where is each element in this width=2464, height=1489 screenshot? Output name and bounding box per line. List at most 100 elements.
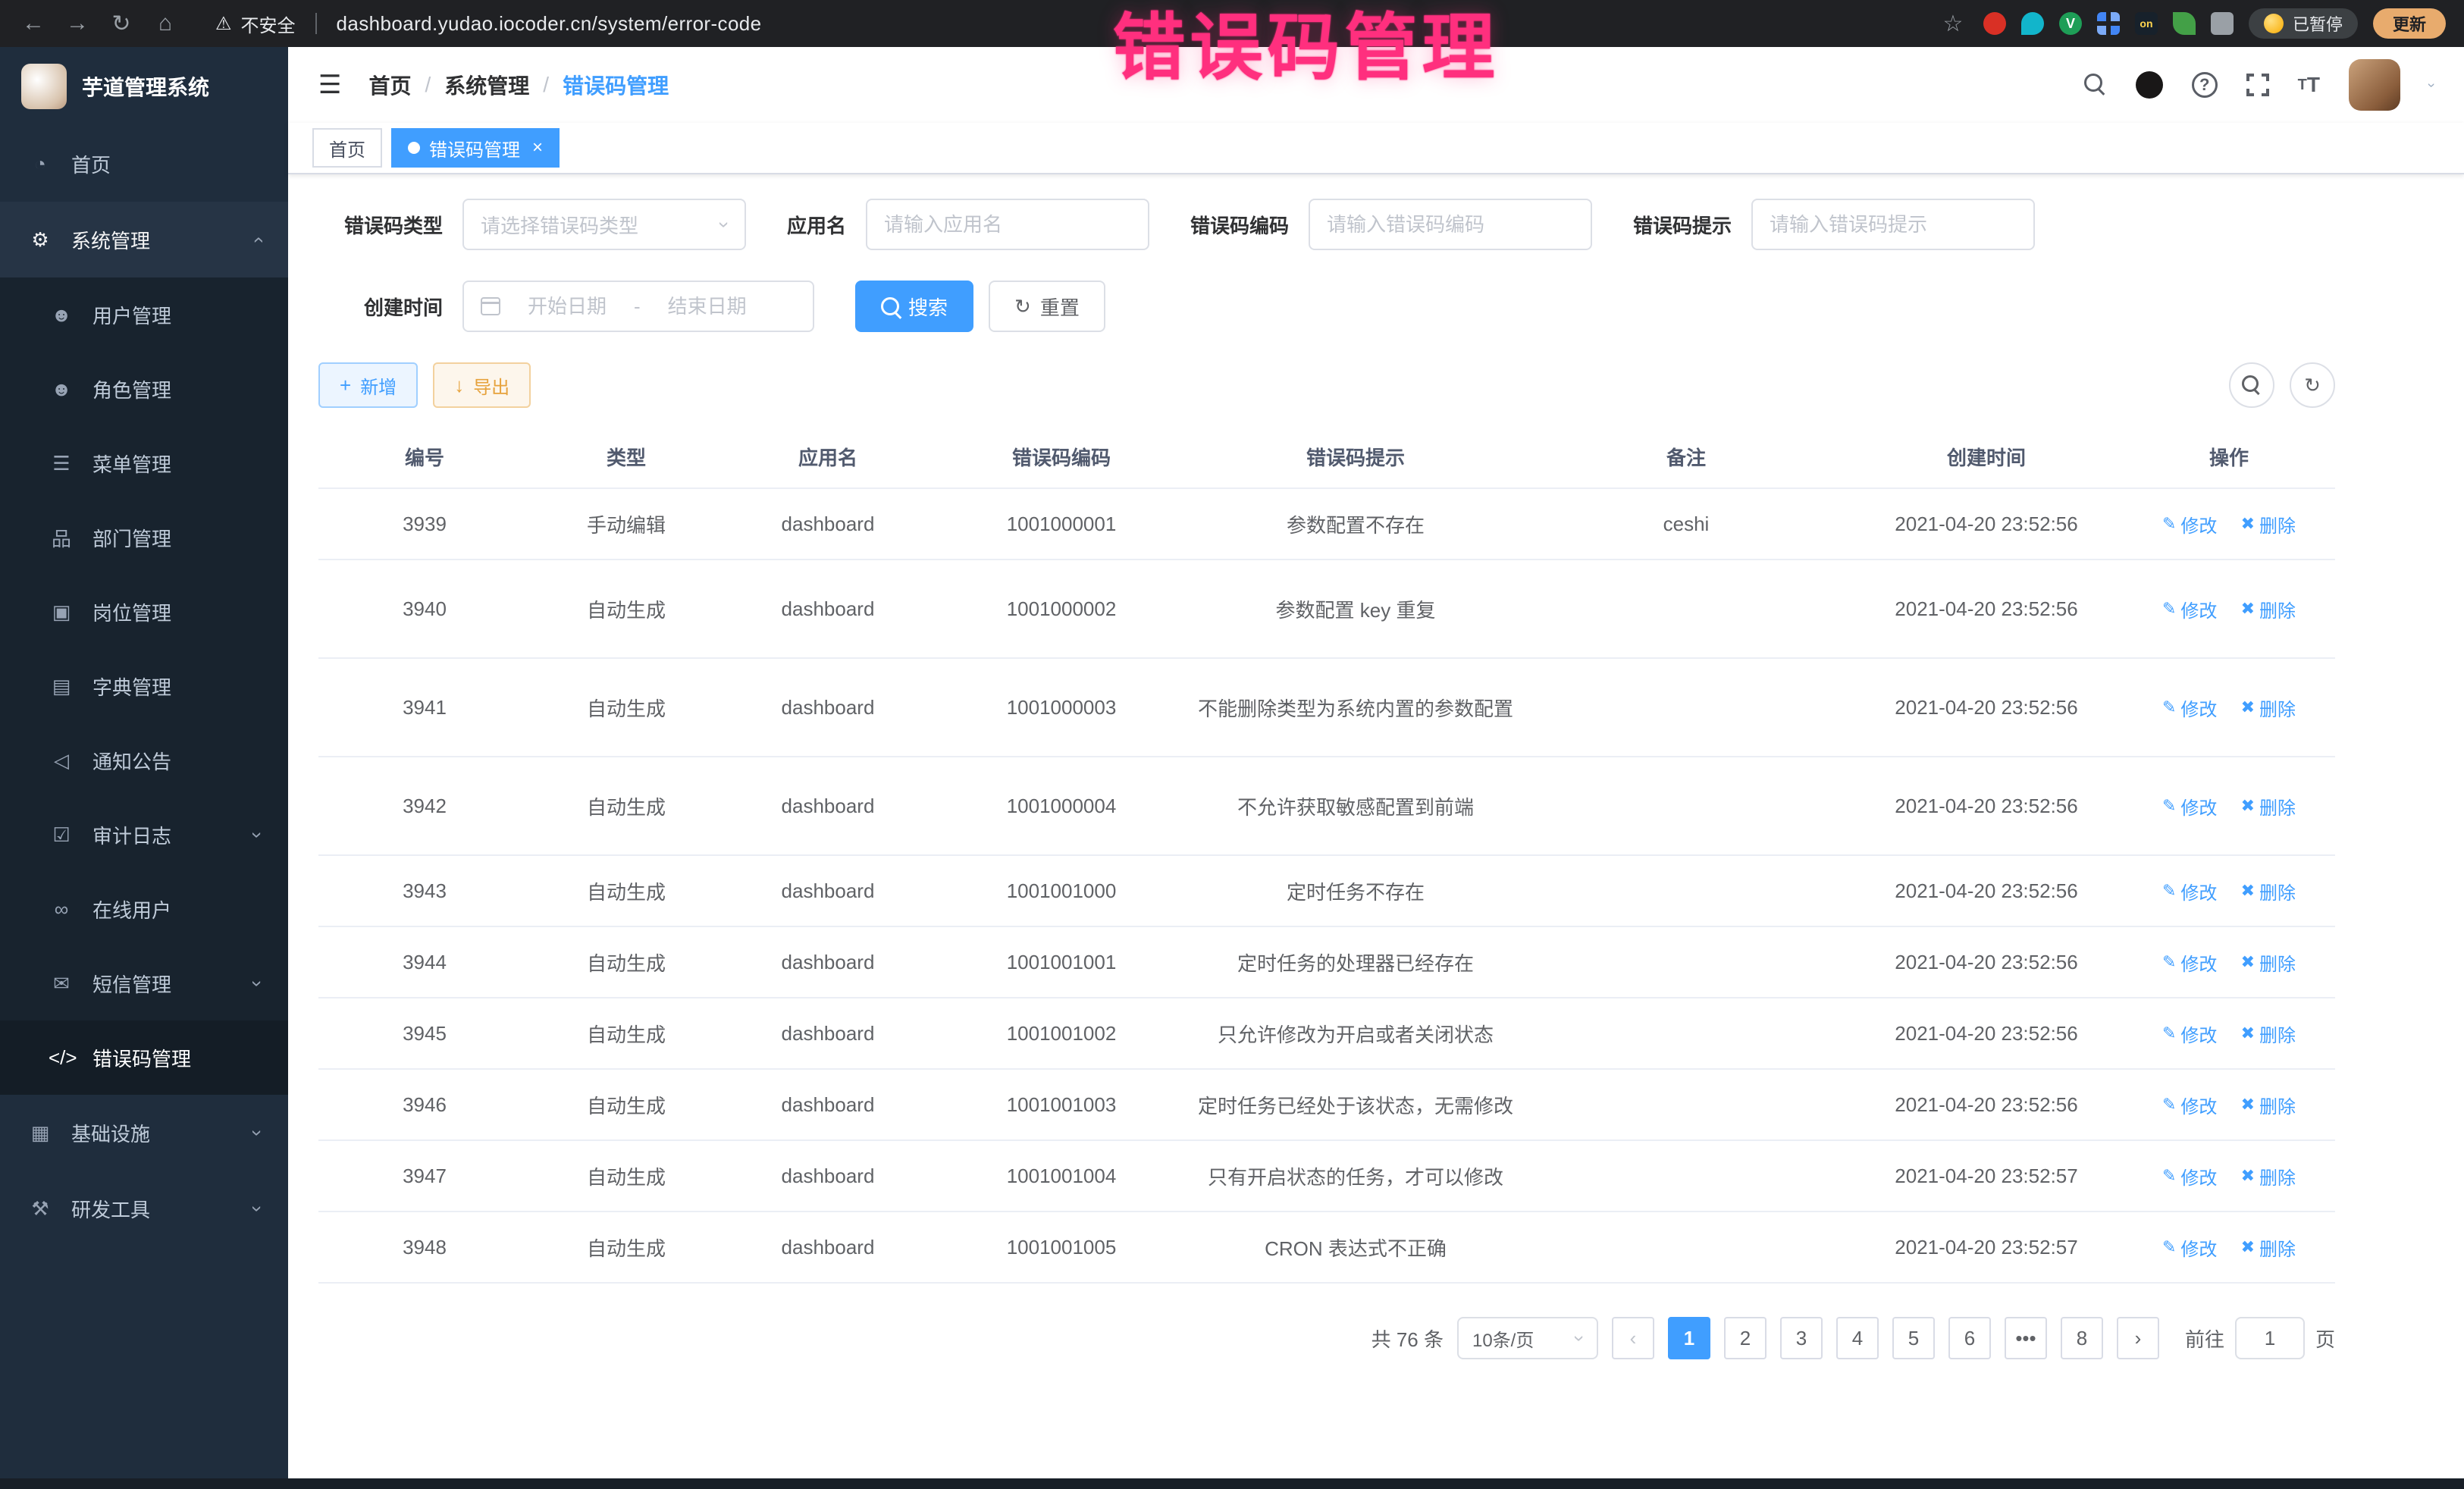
delete-link[interactable]: ✖ 删除 — [2241, 1234, 2296, 1261]
sidebar-item[interactable]: ∞ 在线用户 › — [0, 872, 288, 946]
reload-icon[interactable]: ↻ — [106, 11, 136, 37]
export-button[interactable]: ↓ 导出 — [433, 362, 531, 408]
browser-chrome: ← → ↻ ⌂ ⚠ 不安全 dashboard.yudao.iocoder.cn… — [0, 0, 2464, 47]
app-name-input[interactable] — [884, 213, 1131, 237]
sidebar-item[interactable]: ☻ 角色管理 › — [0, 352, 288, 426]
page-number-button[interactable]: 6 — [1948, 1317, 1991, 1359]
bookmark-star-icon[interactable]: ☆ — [1938, 11, 1968, 37]
delete-link[interactable]: ✖ 删除 — [2241, 596, 2296, 622]
edit-link[interactable]: ✎ 修改 — [2162, 949, 2217, 976]
close-tab-icon[interactable]: × — [532, 137, 543, 158]
delete-link[interactable]: ✖ 删除 — [2241, 878, 2296, 904]
delete-link[interactable]: ✖ 删除 — [2241, 694, 2296, 721]
edit-link[interactable]: ✎ 修改 — [2162, 596, 2217, 622]
tab-label: 错误码管理 — [429, 135, 520, 161]
sidebar-item[interactable]: ▤ 字典管理 › — [0, 649, 288, 723]
extension-teal-drop-icon[interactable] — [2021, 12, 2044, 35]
edit-link[interactable]: ✎ 修改 — [2162, 1020, 2217, 1047]
start-date-input[interactable] — [513, 295, 622, 318]
cell-message: 定时任务的处理器已经存在 — [1189, 926, 1522, 998]
extension-grid-icon[interactable] — [2097, 12, 2120, 35]
update-button[interactable]: 更新 — [2373, 8, 2446, 39]
settings-gear-icon: ⚙ — [27, 228, 53, 252]
edit-link[interactable]: ✎ 修改 — [2162, 1234, 2217, 1261]
forward-icon[interactable]: → — [62, 11, 92, 36]
sidebar-item[interactable]: ☻ 用户管理 › — [0, 277, 288, 352]
sidebar-item[interactable]: ☰ 菜单管理 › — [0, 426, 288, 500]
edit-link[interactable]: ✎ 修改 — [2162, 1092, 2217, 1118]
page-size-select[interactable]: 10条/页 › — [1457, 1317, 1598, 1359]
reset-button[interactable]: ↻ 重置 — [989, 281, 1105, 332]
delete-link[interactable]: ✖ 删除 — [2241, 793, 2296, 820]
delete-link[interactable]: ✖ 删除 — [2241, 511, 2296, 538]
page-number-button[interactable]: 4 — [1836, 1317, 1879, 1359]
delete-link[interactable]: ✖ 删除 — [2241, 949, 2296, 976]
sidebar-item[interactable]: ◔ 首页 › — [0, 126, 288, 202]
search-button[interactable]: 搜索 — [855, 281, 973, 332]
avatar-caret-icon[interactable]: › — [2424, 83, 2440, 87]
tab-home[interactable]: 首页 — [312, 128, 382, 168]
edit-link[interactable]: ✎ 修改 — [2162, 694, 2217, 721]
edit-link[interactable]: ✎ 修改 — [2162, 793, 2217, 820]
error-msg-input[interactable] — [1770, 213, 2017, 237]
refresh-icon: ↻ — [1014, 296, 1031, 316]
refresh-icon: ↻ — [2304, 374, 2321, 397]
add-button[interactable]: + 新增 — [318, 362, 418, 408]
sidebar-item[interactable]: ⚒ 研发工具 › — [0, 1171, 288, 1246]
goto-page-input[interactable] — [2235, 1317, 2305, 1359]
sidebar-item[interactable]: ▦ 基础设施 › — [0, 1095, 288, 1171]
prev-page-button[interactable]: ‹ — [1612, 1317, 1654, 1359]
paused-badge[interactable]: 已暂停 — [2249, 8, 2358, 39]
delete-link[interactable]: ✖ 删除 — [2241, 1092, 2296, 1118]
edit-link[interactable]: ✎ 修改 — [2162, 511, 2217, 538]
user-avatar[interactable] — [2349, 59, 2400, 111]
home-icon[interactable]: ⌂ — [150, 11, 180, 36]
page-number-button[interactable]: 2 — [1724, 1317, 1766, 1359]
page-number-button[interactable]: 3 — [1780, 1317, 1823, 1359]
filter-row-1: 错误码类型 请选择错误码类型 › 应用名 错误码编码 — [318, 199, 2335, 250]
help-icon[interactable]: ? — [2192, 72, 2218, 98]
refresh-table-button[interactable]: ↻ — [2290, 362, 2335, 408]
app-logo[interactable]: 芋道管理系统 — [0, 47, 288, 126]
sidebar-item[interactable]: ☑ 审计日志 › — [0, 798, 288, 872]
fullscreen-icon[interactable] — [2246, 74, 2269, 96]
total-count: 共 76 条 — [1372, 1324, 1444, 1353]
breadcrumb-system[interactable]: 系统管理 — [444, 70, 529, 100]
toggle-search-button[interactable] — [2229, 362, 2274, 408]
sidebar-item[interactable]: ◁ 通知公告 › — [0, 723, 288, 798]
app-name-field-box — [866, 199, 1149, 250]
sidebar-item[interactable]: 品 部门管理 › — [0, 500, 288, 575]
collapse-sidebar-icon[interactable]: ☰ — [318, 70, 341, 100]
page-number-button[interactable]: ••• — [2005, 1317, 2047, 1359]
sidebar-item[interactable]: ⚙ 系统管理 › — [0, 202, 288, 277]
delete-link[interactable]: ✖ 删除 — [2241, 1020, 2296, 1047]
delete-link[interactable]: ✖ 删除 — [2241, 1163, 2296, 1190]
next-page-button[interactable]: › — [2117, 1317, 2159, 1359]
extension-leaf-icon[interactable] — [2173, 12, 2196, 35]
security-badge[interactable]: ⚠ 不安全 — [215, 11, 296, 37]
date-range-picker[interactable]: - — [462, 281, 814, 332]
sidebar-item[interactable]: ▣ 岗位管理 › — [0, 575, 288, 649]
github-icon[interactable] — [2136, 71, 2163, 99]
search-icon[interactable] — [2084, 74, 2107, 96]
end-date-input[interactable] — [653, 295, 762, 318]
page-number-button[interactable]: 8 — [2061, 1317, 2103, 1359]
breadcrumb-home[interactable]: 首页 — [368, 70, 411, 100]
extension-red-icon[interactable] — [1983, 12, 2006, 35]
extensions-puzzle-icon[interactable] — [2211, 12, 2234, 35]
cell-created-time: 2021-04-20 23:52:56 — [1850, 855, 2123, 926]
page-number-button[interactable]: 1 — [1668, 1317, 1710, 1359]
extension-green-v-icon[interactable]: V — [2059, 12, 2082, 35]
error-type-select[interactable]: 请选择错误码类型 › — [462, 199, 746, 250]
extension-on-badge-icon[interactable]: on — [2135, 12, 2158, 35]
sidebar-item[interactable]: </> 错误码管理 › — [0, 1020, 288, 1095]
edit-link[interactable]: ✎ 修改 — [2162, 878, 2217, 904]
url-bar[interactable]: dashboard.yudao.iocoder.cn/system/error-… — [337, 12, 762, 36]
tab-error-code[interactable]: 错误码管理 × — [391, 128, 560, 168]
back-icon[interactable]: ← — [18, 11, 49, 36]
page-number-button[interactable]: 5 — [1892, 1317, 1935, 1359]
edit-link[interactable]: ✎ 修改 — [2162, 1163, 2217, 1190]
font-size-icon[interactable]: TT — [2298, 73, 2320, 97]
error-code-input[interactable] — [1327, 213, 1574, 237]
sidebar-item[interactable]: ✉ 短信管理 › — [0, 946, 288, 1020]
